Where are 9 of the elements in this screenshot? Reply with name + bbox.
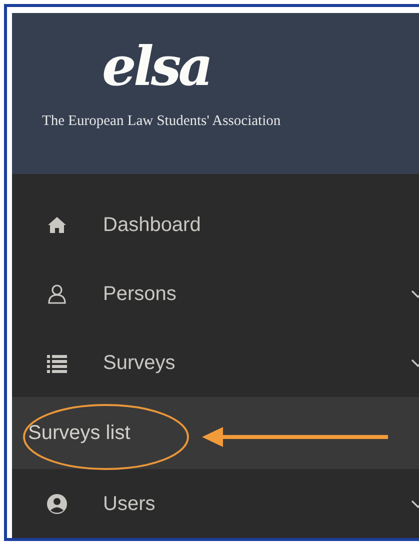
- menu-item[interactable]: Dashboard: [12, 190, 419, 259]
- menu-item[interactable]: Users: [12, 469, 419, 538]
- person-icon: [46, 282, 68, 304]
- tagline: The European Law Students' Association: [42, 112, 281, 131]
- logo: elsa: [102, 39, 210, 93]
- menu-item[interactable]: Surveys list: [12, 397, 419, 469]
- user-circle-icon: [46, 492, 68, 514]
- menu-item[interactable]: Persons: [12, 259, 419, 328]
- menu-item[interactable]: Surveys: [12, 328, 419, 397]
